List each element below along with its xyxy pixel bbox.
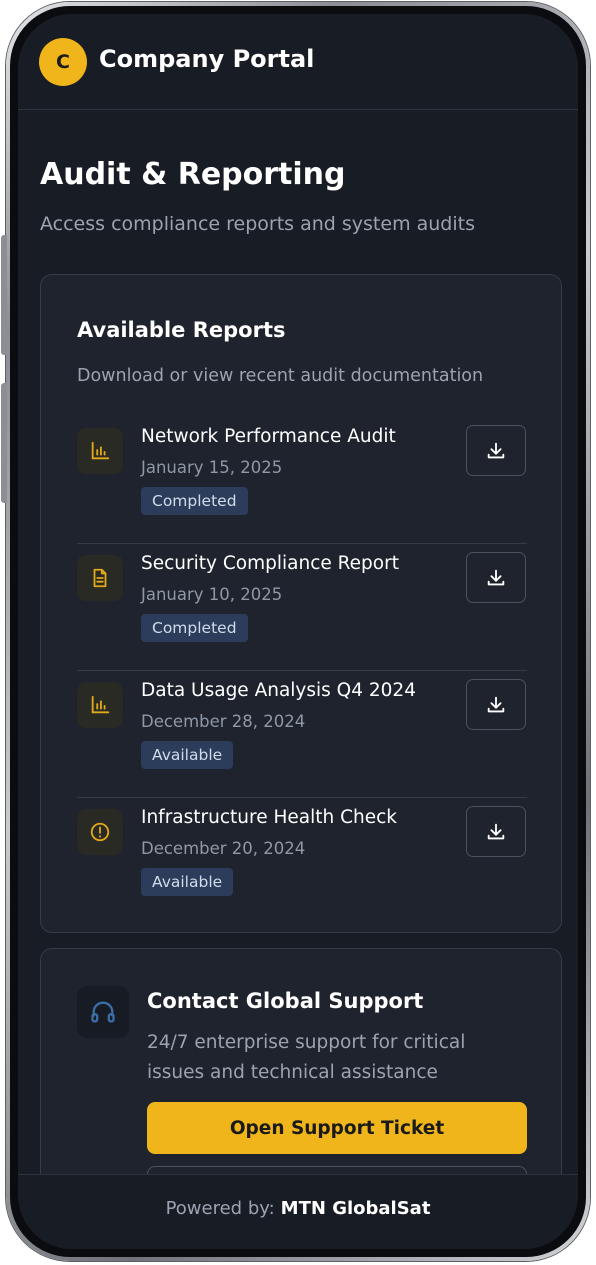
download-icon bbox=[487, 442, 505, 458]
status-badge: Available bbox=[141, 741, 234, 769]
report-item: Security Compliance Report January 10, 2… bbox=[77, 543, 527, 671]
status-badge: Completed bbox=[141, 487, 248, 515]
report-name[interactable]: Infrastructure Health Check bbox=[141, 807, 397, 828]
footer-brand: MTN GlobalSat bbox=[280, 1197, 431, 1219]
download-button[interactable] bbox=[466, 425, 526, 476]
status-badge: Completed bbox=[141, 614, 248, 642]
reports-card: Available Reports Download or view recen… bbox=[40, 274, 562, 933]
company-logo[interactable]: C bbox=[39, 38, 87, 86]
page-subtitle: Access compliance reports and system aud… bbox=[40, 213, 475, 235]
bar-chart-icon bbox=[77, 682, 123, 728]
report-item: Data Usage Analysis Q4 2024 December 28,… bbox=[77, 670, 527, 798]
report-date: January 10, 2025 bbox=[141, 585, 283, 604]
download-button[interactable] bbox=[466, 552, 526, 603]
report-name[interactable]: Network Performance Audit bbox=[141, 426, 396, 447]
app-header: C Company Portal bbox=[18, 14, 578, 110]
report-name[interactable]: Data Usage Analysis Q4 2024 bbox=[141, 680, 416, 701]
bar-chart-icon bbox=[77, 428, 123, 474]
support-description: 24/7 enterprise support for critical iss… bbox=[147, 1032, 466, 1083]
app-title: Company Portal bbox=[99, 45, 315, 73]
download-button[interactable] bbox=[466, 806, 526, 857]
headset-icon bbox=[77, 986, 129, 1038]
footer-label: Powered by: bbox=[165, 1197, 275, 1219]
status-badge: Available bbox=[141, 868, 234, 896]
report-date: January 15, 2025 bbox=[141, 458, 283, 477]
page-title: Audit & Reporting bbox=[40, 157, 346, 192]
open-support-ticket-button[interactable]: Open Support Ticket bbox=[147, 1102, 527, 1154]
report-item: Network Performance Audit January 15, 20… bbox=[77, 416, 527, 544]
footer: Powered by: MTN GlobalSat bbox=[18, 1174, 578, 1249]
screen: C Company Portal Audit & Reporting Acces… bbox=[18, 14, 578, 1249]
reports-card-title: Available Reports bbox=[77, 318, 286, 342]
reports-card-subtitle: Download or view recent audit documentat… bbox=[77, 366, 484, 386]
report-item: Infrastructure Health Check December 20,… bbox=[77, 797, 527, 924]
download-icon bbox=[487, 696, 505, 712]
report-name[interactable]: Security Compliance Report bbox=[141, 553, 399, 574]
volume-down-button bbox=[1, 383, 7, 503]
download-icon bbox=[487, 569, 505, 585]
report-date: December 20, 2024 bbox=[141, 839, 306, 858]
support-title: Contact Global Support bbox=[147, 989, 424, 1013]
volume-up-button bbox=[1, 235, 7, 355]
document-icon bbox=[77, 555, 123, 601]
download-button[interactable] bbox=[466, 679, 526, 730]
download-icon bbox=[487, 823, 505, 839]
report-date: December 28, 2024 bbox=[141, 712, 306, 731]
alert-circle-icon bbox=[77, 809, 123, 855]
